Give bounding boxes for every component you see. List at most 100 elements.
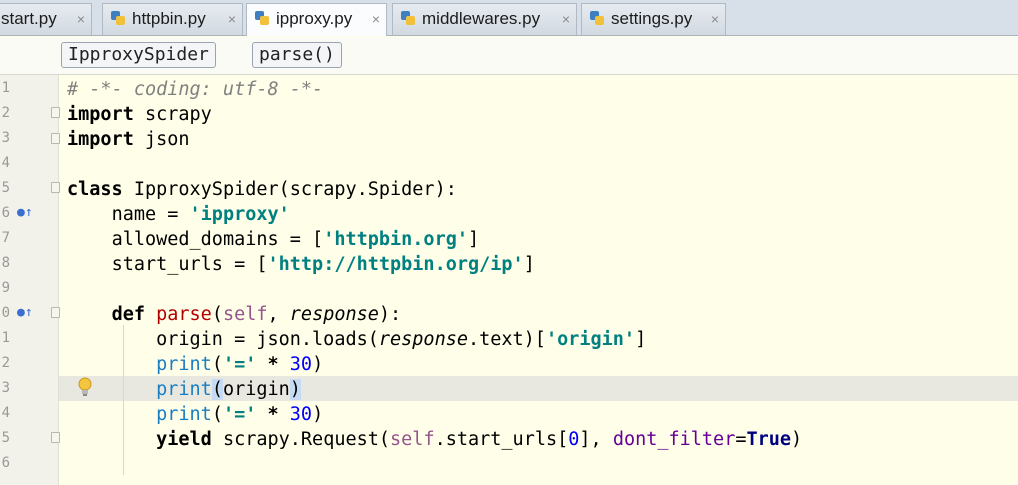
keyword: import — [67, 129, 134, 150]
close-icon[interactable]: × — [228, 4, 236, 34]
comment: # -*- coding: utf-8 -*- — [67, 79, 324, 100]
builtin-function: print — [156, 404, 212, 425]
close-icon[interactable]: × — [562, 4, 570, 34]
line-number: 4 — [1, 155, 10, 171]
tab-label: start.py — [1, 9, 57, 28]
line-number: 3 — [1, 130, 10, 146]
operator: * — [256, 404, 290, 425]
line-number: 8 — [1, 255, 10, 271]
line-number: 0 — [1, 305, 10, 321]
keyword: import — [67, 104, 134, 125]
code-text: ( — [211, 404, 223, 425]
code-text: ) — [791, 429, 803, 450]
code-line-13: print(origin) — [67, 377, 301, 402]
code-text: json — [133, 129, 190, 150]
code-line-11: origin = json.loads(response.text)['orig… — [67, 327, 646, 352]
line-number: 1 — [1, 330, 10, 346]
code-line-8: start_urls = ['http://httpbin.org/ip'] — [67, 252, 535, 277]
self-keyword: self — [390, 429, 435, 450]
keyword-argument: dont_filter — [612, 429, 736, 450]
keyword: class — [67, 179, 123, 200]
python-file-icon — [401, 11, 416, 26]
string-literal: 'httpbin.org' — [323, 229, 468, 250]
close-icon[interactable]: × — [711, 4, 719, 34]
line-number: 6 — [1, 205, 10, 221]
function-name: parse — [144, 304, 212, 325]
number-literal: 30 — [289, 354, 313, 375]
line-number: 6 — [1, 455, 10, 471]
number-literal: 30 — [289, 404, 313, 425]
python-file-icon — [111, 11, 126, 26]
string-literal: '=' — [222, 404, 257, 425]
close-icon[interactable]: × — [372, 4, 380, 34]
code-line-6: name = 'ipproxy' — [67, 202, 290, 227]
code-line-3: import json — [67, 127, 190, 152]
code-text: scrapy — [133, 104, 212, 125]
code-text: (scrapy.Spider): — [278, 179, 457, 200]
tab-label: settings.py — [611, 9, 693, 28]
code-text: origin — [222, 379, 290, 400]
code-text: scrapy.Request( — [211, 429, 391, 450]
code-text: .start_urls[ — [434, 429, 569, 450]
line-number: 2 — [1, 105, 10, 121]
code-line-14: print('=' * 30) — [67, 402, 323, 427]
keyword: yield — [156, 429, 212, 450]
parameter: response — [378, 329, 468, 350]
code-text: ) — [312, 354, 324, 375]
breadcrumb-method[interactable]: parse() — [252, 42, 342, 68]
code-text: ): — [378, 304, 402, 325]
breadcrumb: IpproxySpider parse() — [0, 37, 1018, 75]
tab-ipproxy-py[interactable]: ipproxy.py × — [246, 3, 387, 36]
tab-middlewares-py[interactable]: middlewares.py × — [392, 3, 577, 35]
override-method-icon[interactable]: ●↑ — [17, 305, 33, 320]
code-text: ] — [635, 329, 647, 350]
tab-settings-py[interactable]: settings.py × — [581, 3, 726, 35]
code-line-10: def parse(self, response): — [67, 302, 402, 327]
string-literal: '=' — [222, 354, 257, 375]
tab-httpbin-py[interactable]: httpbin.py × — [102, 3, 243, 35]
tab-label: middlewares.py — [422, 9, 541, 28]
code-text: ] — [467, 229, 480, 250]
tab-label: ipproxy.py — [276, 9, 353, 28]
close-icon[interactable]: × — [77, 4, 85, 34]
code-text: , — [267, 304, 290, 325]
code-line-7: allowed_domains = ['httpbin.org'] — [67, 227, 480, 252]
code-text: allowed_domains = [ — [111, 229, 324, 250]
tab-start-py[interactable]: start.py × — [0, 3, 92, 35]
self-keyword: self — [222, 304, 268, 325]
code-text: origin = json.loads( — [156, 329, 379, 350]
editor-tab-bar: start.py × httpbin.py × ipproxy.py × mid… — [0, 0, 1018, 36]
override-method-icon[interactable]: ●↑ — [17, 205, 33, 220]
class-name: IpproxySpider — [122, 179, 279, 200]
string-literal: 'http://httpbin.org/ip' — [267, 254, 524, 275]
line-number: 5 — [1, 180, 10, 196]
number-literal: 0 — [568, 429, 580, 450]
code-text: ( — [211, 304, 223, 325]
parameter: response — [289, 304, 379, 325]
code-text: start_urls = [ — [111, 254, 268, 275]
code-text: ], — [579, 429, 613, 450]
code-text: name = — [111, 204, 190, 225]
code-line-12: print('=' * 30) — [67, 352, 323, 377]
operator: * — [256, 354, 290, 375]
python-file-icon — [255, 11, 270, 26]
breadcrumb-class[interactable]: IpproxySpider — [61, 42, 216, 68]
code-text: ) — [312, 404, 324, 425]
string-literal: 'origin' — [545, 329, 636, 350]
line-number: 1 — [1, 80, 10, 96]
boolean-literal: True — [746, 429, 792, 450]
code-text: .text)[ — [467, 329, 546, 350]
line-number: 9 — [1, 280, 10, 296]
matched-brace: ( — [211, 379, 223, 400]
code-text: ( — [211, 354, 223, 375]
line-number: 2 — [1, 355, 10, 371]
line-number: 4 — [1, 405, 10, 421]
